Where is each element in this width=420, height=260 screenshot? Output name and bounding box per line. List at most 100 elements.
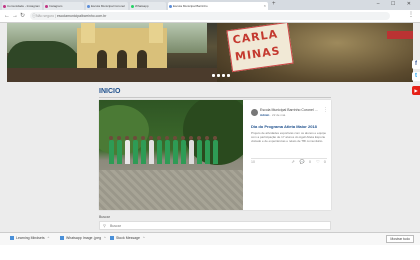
file-icon bbox=[60, 236, 64, 241]
chevron-up-icon[interactable]: ^ bbox=[143, 236, 145, 240]
browser-tab[interactable]: Escola Municipal Coronel bbox=[86, 2, 128, 10]
browser-tab-strip: Comunidade - Instagram Instagram Escola … bbox=[0, 0, 420, 10]
slider-dot[interactable] bbox=[217, 74, 220, 77]
show-all-button[interactable]: Mostrar tudo bbox=[386, 235, 414, 243]
post-photo[interactable] bbox=[99, 100, 243, 210]
author-meta: Admin · 22 de mai. bbox=[260, 113, 286, 117]
photo-head bbox=[189, 136, 193, 140]
browser-menu-icon[interactable]: ⋮ bbox=[408, 11, 414, 18]
hero-banner: CARLA MINAS bbox=[7, 23, 413, 82]
photo-head bbox=[109, 136, 113, 140]
photo-head bbox=[213, 136, 217, 140]
church-door bbox=[137, 50, 147, 68]
post-card[interactable]: Escola Municipal Barrinho Coronel ... Ad… bbox=[99, 100, 331, 210]
window-controls[interactable]: – ☐ ✕ bbox=[377, 1, 416, 7]
photo-person bbox=[197, 140, 202, 164]
photo-head bbox=[173, 136, 177, 140]
post-title[interactable]: Dia do Programa Atleta Maior 2018 bbox=[251, 124, 329, 129]
photo-person bbox=[173, 140, 178, 164]
church-tower bbox=[81, 23, 95, 43]
browser-tab[interactable]: Instagram bbox=[44, 2, 84, 10]
info-icon[interactable]: ⓘ bbox=[32, 12, 36, 20]
more-options-icon[interactable]: ⋮ bbox=[323, 107, 328, 113]
download-bar: Learning Mindsets ^ Whatsapp Image .jpeg ^… bbox=[0, 232, 420, 245]
heart-icon[interactable]: ♡ bbox=[316, 159, 320, 164]
page-bottom bbox=[0, 245, 420, 260]
instagram-icon bbox=[3, 4, 6, 8]
address-url: escolamunicipalbarrinho.com.br bbox=[56, 14, 107, 18]
photo-head bbox=[157, 136, 161, 140]
download-item[interactable]: Stock Message ^ bbox=[110, 236, 145, 241]
photo-person bbox=[157, 140, 162, 164]
file-icon bbox=[10, 236, 14, 241]
tab-label: Whatsapp bbox=[135, 4, 149, 8]
share-icon[interactable]: ⇗ bbox=[291, 159, 294, 164]
post-actions: ⇗ 💬 0 ♡ 0 bbox=[287, 159, 326, 164]
like-count: 0 bbox=[323, 159, 326, 164]
photo-head bbox=[141, 136, 145, 140]
twitter-icon[interactable]: t bbox=[412, 72, 420, 81]
address-bar[interactable]: ⓘ Não seguro | escolamunicipalbarrinho.c… bbox=[30, 12, 390, 20]
photo-person bbox=[109, 140, 114, 164]
sign-text: CARLA bbox=[231, 27, 279, 47]
back-arrow-icon[interactable]: ← bbox=[4, 12, 10, 20]
youtube-icon[interactable]: ▶ bbox=[412, 86, 420, 95]
search-field[interactable]: ⚲ bbox=[99, 221, 331, 230]
banner-church bbox=[77, 23, 167, 68]
church-door bbox=[117, 50, 127, 68]
tab-label: Instagram bbox=[49, 4, 63, 8]
download-item[interactable]: Whatsapp Image .jpeg ^ bbox=[60, 236, 106, 241]
browser-tab[interactable]: Comunidade - Instagram bbox=[2, 2, 42, 10]
post-date: · 22 de mai. bbox=[270, 113, 287, 117]
instagram-icon bbox=[45, 4, 48, 8]
church-tower bbox=[149, 23, 163, 43]
download-label: Whatsapp Image .jpeg bbox=[66, 236, 102, 240]
search-input[interactable] bbox=[110, 222, 310, 229]
church-door bbox=[97, 50, 107, 68]
facebook-icon[interactable]: f bbox=[412, 60, 420, 69]
browser-tab[interactable]: Whatsapp bbox=[130, 2, 166, 10]
close-icon[interactable]: × bbox=[264, 2, 266, 10]
photo-person bbox=[141, 140, 146, 164]
tab-label: Escola Municipal Barrinho bbox=[173, 4, 208, 8]
photo-person bbox=[165, 140, 170, 164]
photo-head bbox=[117, 136, 121, 140]
photo-person bbox=[205, 140, 210, 164]
author-role: Admin bbox=[260, 113, 270, 117]
chevron-up-icon[interactable]: ^ bbox=[104, 236, 106, 240]
photo-person bbox=[189, 140, 194, 164]
view-count: 10 bbox=[251, 160, 255, 164]
browser-toolbar: ← → ↻ ⓘ Não seguro | escolamunicipalbarr… bbox=[0, 10, 420, 23]
divider bbox=[99, 97, 331, 98]
slider-dot[interactable] bbox=[212, 74, 215, 77]
photo-person bbox=[133, 140, 138, 164]
avatar[interactable] bbox=[251, 109, 258, 116]
slider-dot[interactable] bbox=[227, 74, 230, 77]
photo-head bbox=[125, 136, 129, 140]
address-security: Não seguro | bbox=[36, 14, 56, 18]
new-tab-button[interactable]: + bbox=[272, 1, 276, 7]
site-icon bbox=[87, 4, 90, 8]
photo-person bbox=[149, 140, 154, 164]
page-title: INICIO bbox=[99, 88, 121, 95]
banner-flag bbox=[387, 31, 413, 39]
tab-label: Escola Municipal Coronel bbox=[91, 4, 125, 8]
reload-icon[interactable]: ↻ bbox=[20, 12, 25, 20]
download-item[interactable]: Learning Mindsets ^ bbox=[10, 236, 50, 241]
chevron-up-icon[interactable]: ^ bbox=[48, 236, 50, 240]
author-name[interactable]: Escola Municipal Barrinho Coronel ... bbox=[260, 108, 328, 112]
post-excerpt: Projeto de atividades esportivas com os … bbox=[251, 131, 327, 143]
photo-head bbox=[165, 136, 169, 140]
browser-tab-active[interactable]: Escola Municipal Barrinho × bbox=[168, 2, 268, 10]
forward-arrow-icon[interactable]: → bbox=[12, 12, 18, 20]
file-icon bbox=[110, 236, 114, 241]
search-icon[interactable]: ⚲ bbox=[103, 223, 106, 228]
site-icon bbox=[169, 4, 172, 8]
photo-head bbox=[197, 136, 201, 140]
photo-person bbox=[181, 140, 186, 164]
photo-head bbox=[205, 136, 209, 140]
slider-dot[interactable] bbox=[222, 74, 225, 77]
banner-sign: CARLA MINAS bbox=[226, 23, 294, 73]
comment-icon[interactable]: 💬 bbox=[300, 159, 305, 164]
photo-head bbox=[149, 136, 153, 140]
